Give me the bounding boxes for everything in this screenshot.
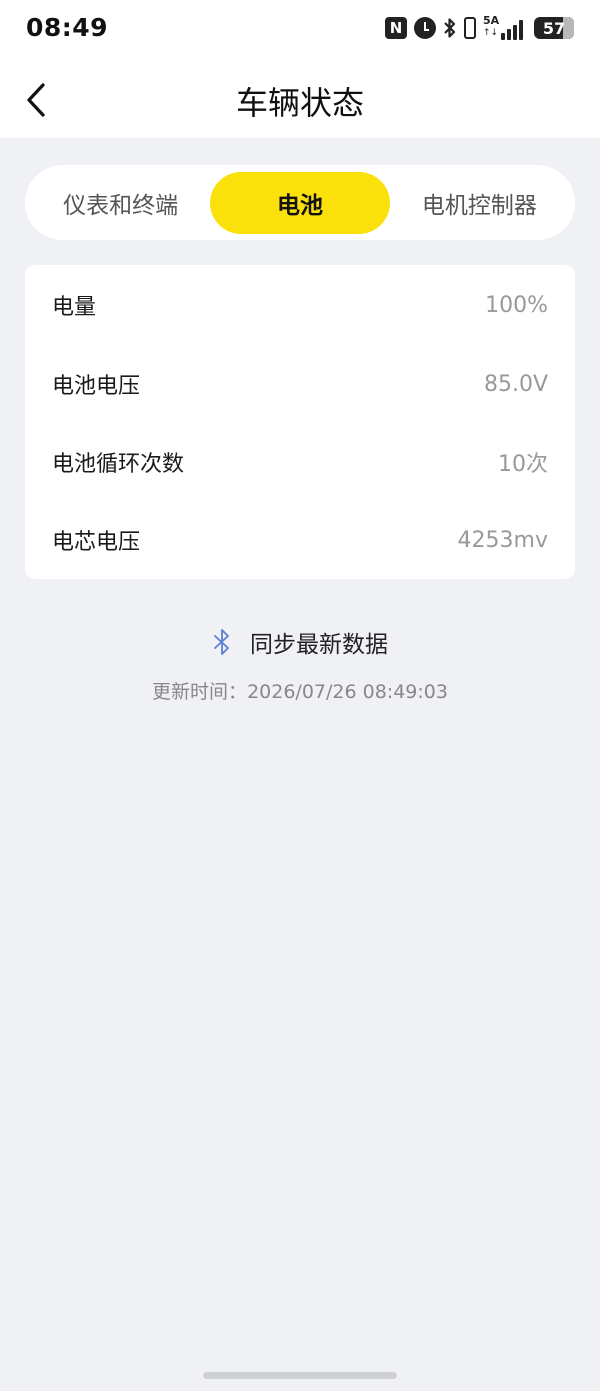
top-area: 08:49 N 5A ↑↓ 57 车辆状态 <box>0 0 600 138</box>
data-arrows: ↑↓ <box>483 28 499 38</box>
battery-icon: 57 <box>534 17 574 39</box>
signal-icon: 5A ↑↓ <box>483 14 527 40</box>
tab-motor-controller[interactable]: 电机控制器 <box>390 172 569 234</box>
nfc-icon: N <box>385 17 407 39</box>
sync-label: 同步最新数据 <box>250 632 388 658</box>
battery-info-card: 电量 100% 电池电压 85.0V 电池循环次数 10次 电芯电压 4253m… <box>25 265 575 579</box>
row-value: 10次 <box>498 452 548 477</box>
update-time-line: 更新时间：2026/07/26 08:49:03 <box>0 677 600 704</box>
sync-latest-data-button[interactable]: 同步最新数据 <box>0 625 600 659</box>
info-row-cell-voltage: 电芯电压 4253mv <box>52 501 548 579</box>
network-type-label: 5A <box>483 14 500 27</box>
info-row-charge: 电量 100% <box>52 265 548 345</box>
info-row-voltage: 电池电压 85.0V <box>52 345 548 423</box>
info-row-cycles: 电池循环次数 10次 <box>52 423 548 501</box>
update-time-prefix: 更新时间： <box>152 681 248 703</box>
signal-bars <box>501 20 523 40</box>
home-indicator[interactable] <box>203 1372 397 1379</box>
tab-bar: 仪表和终端 电池 电机控制器 <box>25 165 575 240</box>
row-value: 4253mv <box>457 527 548 553</box>
vehicle-status-screen: 08:49 N 5A ↑↓ 57 车辆状态 仪表和终端 电池 电机控制器 电量 … <box>0 0 600 1391</box>
battery-level: 57 <box>542 18 566 38</box>
tab-battery[interactable]: 电池 <box>210 171 390 234</box>
row-label: 电池循环次数 <box>52 452 185 477</box>
row-label: 电量 <box>52 295 97 320</box>
row-value: 85.0V <box>483 371 548 397</box>
tab-instrument-terminal[interactable]: 仪表和终端 <box>31 172 210 234</box>
row-label: 电芯电压 <box>52 530 141 555</box>
bluetooth-icon <box>214 629 229 655</box>
alarm-icon <box>414 17 436 39</box>
vibrate-icon <box>464 17 476 39</box>
page-title: 车辆状态 <box>235 84 364 122</box>
update-time-value: 2026/07/26 08:49:03 <box>247 681 448 703</box>
status-icons: N 5A ↑↓ 57 <box>385 14 574 42</box>
row-label: 电池电压 <box>52 374 141 399</box>
status-time: 08:49 <box>26 13 109 42</box>
bluetooth-status-icon <box>443 17 457 39</box>
row-value: 100% <box>485 292 548 318</box>
